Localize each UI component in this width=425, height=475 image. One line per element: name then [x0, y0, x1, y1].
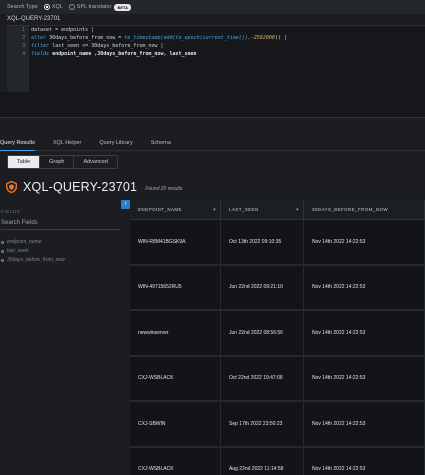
- search-fields-input[interactable]: Search Fields: [1, 220, 121, 230]
- code-text: )) |: [274, 35, 287, 41]
- radio-unselected-icon[interactable]: [68, 4, 75, 10]
- collapse-panel-button[interactable]: ‹: [121, 200, 130, 209]
- fields-panel: FIELDS Search Fields endpoint_name last_…: [0, 200, 121, 475]
- tab-schema[interactable]: Schema: [151, 137, 171, 151]
- query-name: XQL-QUERY-23701: [7, 16, 61, 22]
- editor-code[interactable]: dataset = endpoints | alter 30days_befor…: [31, 26, 287, 58]
- cell-endpoint-name: CXJ-WSBLACK: [130, 356, 221, 400]
- search-type-spl-option[interactable]: SPL translator BETA: [68, 3, 132, 11]
- cell-30days: Nov 14th 2022 14:22:53: [304, 220, 425, 264]
- code-keyword: filter: [31, 43, 50, 49]
- cell-30days: Nov 14th 2022 14:22:53: [304, 402, 425, 446]
- editor-resize-area[interactable]: [0, 92, 425, 118]
- field-item[interactable]: endpoint_name: [1, 239, 41, 245]
- column-label: 30DAYS_BEFORE_FROM_NOW: [312, 207, 388, 212]
- code-function: to_timestamp(add(to_epoch(current_time()…: [124, 35, 251, 41]
- table-row[interactable]: CXJ-WSBLACK Oct 22nd 2022 19:47:08 Nov 1…: [130, 356, 425, 402]
- field-type-icon: [1, 258, 4, 262]
- query-editor[interactable]: 1 2 3 4 dataset = endpoints | alter 30da…: [7, 25, 425, 93]
- code-line-1[interactable]: dataset = endpoints |: [31, 26, 287, 34]
- column-header-last-seen[interactable]: LAST_SEEN ▾: [221, 200, 304, 219]
- view-switcher: Table Graph Advanced: [7, 155, 118, 169]
- code-number: -2592000: [250, 35, 275, 41]
- table-header: ENDPOINT_NAME ▾ LAST_SEEN ▾ 30DAYS_BEFORE_…: [130, 200, 425, 220]
- table-row[interactable]: CXJ-SBWIN Sep 17th 2022 23:50:23 Nov 14t…: [130, 402, 425, 448]
- sort-icon[interactable]: ▾: [296, 207, 299, 213]
- search-type-bar: Search Type XQL SPL translator BETA: [0, 0, 425, 14]
- cell-30days: Nov 14th 2022 14:22:53: [304, 311, 425, 355]
- spl-option-label: SPL translator: [76, 4, 112, 10]
- cell-last-seen: Oct 13th 2022 09:10:35: [221, 220, 304, 264]
- beta-badge: BETA: [114, 3, 132, 11]
- field-type-icon: [1, 249, 4, 253]
- xql-shield-logo-icon: [6, 181, 17, 193]
- code-text: endpoint_name ,30days_before_from_now, l…: [49, 51, 197, 57]
- code-keyword: alter: [31, 35, 47, 41]
- code-text: dataset = endpoints |: [31, 27, 95, 33]
- table-row[interactable]: newwinserver Jun 22nd 2022 08:56:56 Nov …: [130, 311, 425, 357]
- search-type-label: Search Type: [7, 4, 38, 10]
- table-row[interactable]: WIN-49715652RU5 Jun 22nd 2022 09:21:10 N…: [130, 265, 425, 311]
- column-header-endpoint-name[interactable]: ENDPOINT_NAME ▾: [130, 200, 221, 219]
- results-title: XQL-QUERY-23701: [23, 180, 138, 194]
- field-item[interactable]: last_seen: [1, 248, 28, 254]
- tab-query-library[interactable]: Query Library: [99, 137, 132, 151]
- code-text: last_seen <= 30days_before_from_now |: [49, 43, 164, 49]
- view-table-button[interactable]: Table: [8, 156, 41, 168]
- cell-endpoint-name: CXJ-SBWIN: [130, 402, 221, 446]
- field-name: last_seen: [7, 248, 29, 254]
- column-label: LAST_SEEN: [229, 207, 259, 212]
- sort-icon[interactable]: ▾: [213, 207, 216, 213]
- table-row[interactable]: CXJ-WSBLACK Aug 22nd 2022 11:14:58 Nov 1…: [130, 447, 425, 475]
- cell-last-seen: Aug 22nd 2022 11:14:58: [221, 447, 304, 475]
- cell-endpoint-name: CXJ-WSBLACK: [130, 447, 221, 475]
- cell-last-seen: Jun 22nd 2022 08:56:56: [221, 311, 304, 355]
- cell-30days: Nov 14th 2022 14:22:53: [304, 356, 425, 400]
- field-item[interactable]: 30days_before_from_now: [1, 257, 65, 263]
- code-line-2[interactable]: alter 30days_before_from_now = to_timest…: [31, 34, 287, 42]
- table-row[interactable]: WIN-R8M41BGSK9A Oct 13th 2022 09:10:35 N…: [130, 220, 425, 266]
- xql-option-label: XQL: [51, 4, 63, 10]
- view-advanced-button[interactable]: Advanced: [74, 156, 116, 168]
- field-type-icon: [1, 240, 4, 244]
- column-label: ENDPOINT_NAME: [138, 207, 182, 212]
- tab-xql-helper[interactable]: XQL Helper: [53, 137, 82, 151]
- cell-last-seen: Sep 17th 2022 23:50:23: [221, 402, 304, 446]
- line-number: 3: [22, 43, 25, 49]
- cell-endpoint-name: newwinserver: [130, 311, 221, 355]
- chevron-left-icon: ‹: [124, 201, 127, 207]
- cell-last-seen: Jun 22nd 2022 09:21:10: [221, 265, 304, 309]
- results-table: ENDPOINT_NAME ▾ LAST_SEEN ▾ 30DAYS_BEFORE_…: [130, 200, 425, 475]
- line-number: 4: [22, 51, 25, 57]
- cell-30days: Nov 14th 2022 14:22:53: [304, 447, 425, 475]
- line-number: 1: [22, 27, 25, 33]
- editor-gutter: 1 2 3 4: [7, 26, 29, 93]
- code-line-4[interactable]: fields endpoint_name ,30days_before_from…: [31, 50, 287, 58]
- field-name: endpoint_name: [7, 239, 42, 245]
- code-text: 30days_before_from_now =: [46, 35, 125, 41]
- search-type-xql-option[interactable]: XQL: [43, 4, 63, 10]
- results-tabs: Query Results XQL Helper Query Library S…: [0, 137, 425, 151]
- line-number: 2: [22, 35, 25, 41]
- results-header: XQL-QUERY-23701 Found 20 results: [6, 180, 182, 194]
- fields-heading: FIELDS: [1, 209, 21, 214]
- view-graph-button[interactable]: Graph: [40, 156, 75, 168]
- cell-30days: Nov 14th 2022 14:22:53: [304, 265, 425, 309]
- tab-query-results[interactable]: Query Results: [0, 137, 35, 151]
- cell-last-seen: Oct 22nd 2022 19:47:08: [221, 356, 304, 400]
- code-line-3[interactable]: filter last_seen <= 30days_before_from_n…: [31, 42, 287, 50]
- code-keyword: fields: [31, 51, 50, 57]
- cell-endpoint-name: WIN-49715652RU5: [130, 265, 221, 309]
- field-name: 30days_before_from_now: [7, 257, 65, 263]
- results-count: Found 20 results: [145, 186, 183, 192]
- radio-selected-icon[interactable]: [43, 4, 50, 10]
- column-header-30days[interactable]: 30DAYS_BEFORE_FROM_NOW: [304, 200, 425, 219]
- cell-endpoint-name: WIN-R8M41BGSK9A: [130, 220, 221, 264]
